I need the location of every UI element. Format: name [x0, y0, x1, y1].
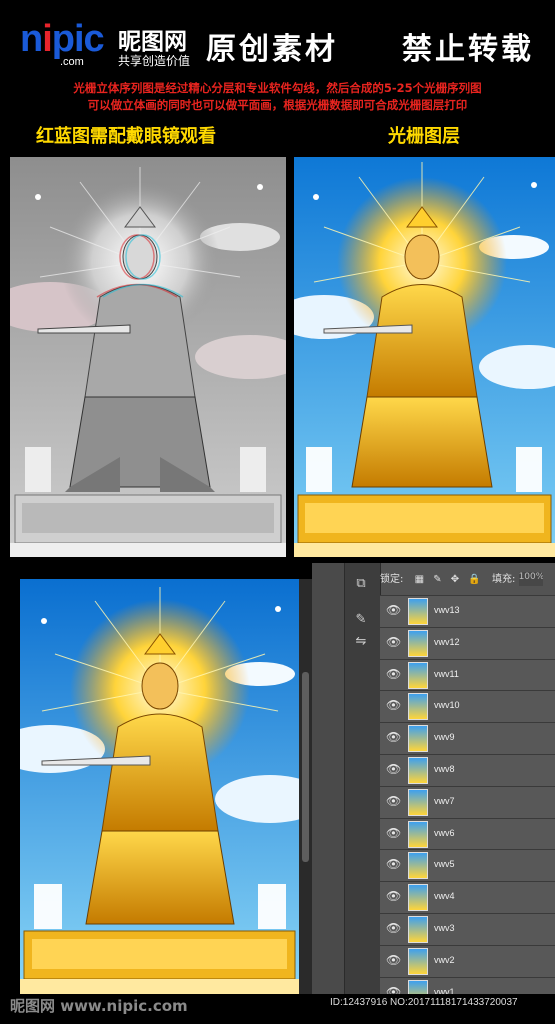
layer-name: vwv6 [434, 828, 455, 838]
footer-id: ID:12437916 NO:20171118171433720037 [330, 997, 518, 1008]
description-line-1: 光栅立体序列图是经过精心分层和专业软件勾线，然后合成的5-25个光栅序列图 [73, 81, 482, 95]
logo-domain: .com [60, 56, 84, 68]
visibility-eye-icon[interactable]: 👁 [386, 953, 401, 967]
layer-name: vwv10 [434, 700, 460, 710]
layer-name: vwv8 [434, 764, 455, 774]
caption-raster-layer: 光栅图层 [388, 126, 460, 147]
layer-thumbnail [408, 948, 428, 975]
canvas-preview-image [20, 579, 299, 994]
visibility-eye-icon[interactable]: 👁 [386, 889, 401, 903]
layer-row[interactable] [380, 690, 555, 722]
visibility-eye-icon[interactable]: 👁 [386, 635, 401, 649]
layer-thumbnail [408, 821, 428, 848]
layer-thumbnail [408, 884, 428, 911]
layer-row[interactable] [380, 881, 555, 913]
panel-strip [312, 563, 344, 1003]
layer-thumbnail [408, 852, 428, 879]
visibility-eye-icon[interactable]: 👁 [386, 762, 401, 776]
layer-name: vwv7 [434, 796, 455, 806]
lock-label: 锁定: [380, 574, 404, 585]
layer-row[interactable] [380, 595, 555, 627]
visibility-eye-icon[interactable]: 👁 [386, 730, 401, 744]
layer-thumbnail [408, 598, 428, 625]
brush-icon[interactable]: ✎ [349, 610, 373, 630]
banner-original: 原创素材 [206, 32, 338, 67]
layer-row[interactable] [380, 627, 555, 659]
layer-thumbnail [408, 693, 428, 720]
lock-bar: 锁定: ▦ ✎ ✥ 🔒 填充: 100% [380, 570, 555, 590]
lock-move-icon[interactable]: ✥ [451, 574, 459, 585]
layer-name: vwv2 [434, 955, 455, 965]
layer-name: vwv9 [434, 732, 455, 742]
brand-slogan: 共享创造价值 [118, 54, 191, 68]
layer-thumbnail [408, 916, 428, 943]
raster-layer-image [294, 157, 555, 557]
layer-name: vwv12 [434, 637, 460, 647]
layer-thumbnail [408, 725, 428, 752]
lock-pixels-icon[interactable]: ▦ [415, 574, 424, 585]
brand-name: 昵图网 [118, 29, 187, 55]
visibility-eye-icon[interactable]: 👁 [386, 698, 401, 712]
footer-watermark: 昵图网 www.nipic.com [10, 997, 188, 1015]
layer-row[interactable] [380, 849, 555, 881]
visibility-eye-icon[interactable]: 👁 [386, 794, 401, 808]
caption-anaglyph: 红蓝图需配戴眼镜观看 [36, 126, 216, 147]
layer-row[interactable] [380, 786, 555, 818]
fill-label: 填充: [492, 574, 516, 585]
layer-name: vwv4 [434, 891, 455, 901]
layer-name: vwv5 [434, 859, 455, 869]
layer-name: vwv3 [434, 923, 455, 933]
layer-thumbnail [408, 630, 428, 657]
layer-row[interactable] [380, 722, 555, 754]
fill-input[interactable]: 100% [518, 572, 543, 586]
anaglyph-image [10, 157, 286, 557]
visibility-eye-icon[interactable]: 👁 [386, 667, 401, 681]
visibility-eye-icon[interactable]: 👁 [386, 921, 401, 935]
layer-thumbnail [408, 662, 428, 689]
scrollbar-thumb[interactable] [302, 672, 309, 862]
adjust-icon[interactable]: ⇋ [349, 632, 373, 652]
nipic-logo: nipic [20, 18, 105, 60]
visibility-eye-icon[interactable]: 👁 [386, 826, 401, 840]
layer-thumbnail [408, 789, 428, 816]
layer-name: vwv13 [434, 605, 460, 615]
visibility-eye-icon[interactable]: 👁 [386, 603, 401, 617]
layer-name: vwv11 [434, 669, 459, 679]
layer-row[interactable] [380, 754, 555, 786]
layers-icon[interactable]: ⧉ [349, 574, 373, 594]
layer-row[interactable] [380, 818, 555, 850]
layer-thumbnail [408, 757, 428, 784]
layer-row[interactable] [380, 913, 555, 945]
visibility-eye-icon[interactable]: 👁 [386, 857, 401, 871]
layer-row[interactable] [380, 945, 555, 977]
lock-brush-icon[interactable]: ✎ [433, 574, 441, 585]
layer-row[interactable] [380, 659, 555, 691]
banner-no-repost: 禁止转载 [402, 32, 534, 67]
description-line-2: 可以做立体画的同时也可以做平面画，根据光栅数据即可合成光栅图层打印 [87, 98, 468, 112]
lock-all-icon[interactable]: 🔒 [468, 574, 480, 585]
